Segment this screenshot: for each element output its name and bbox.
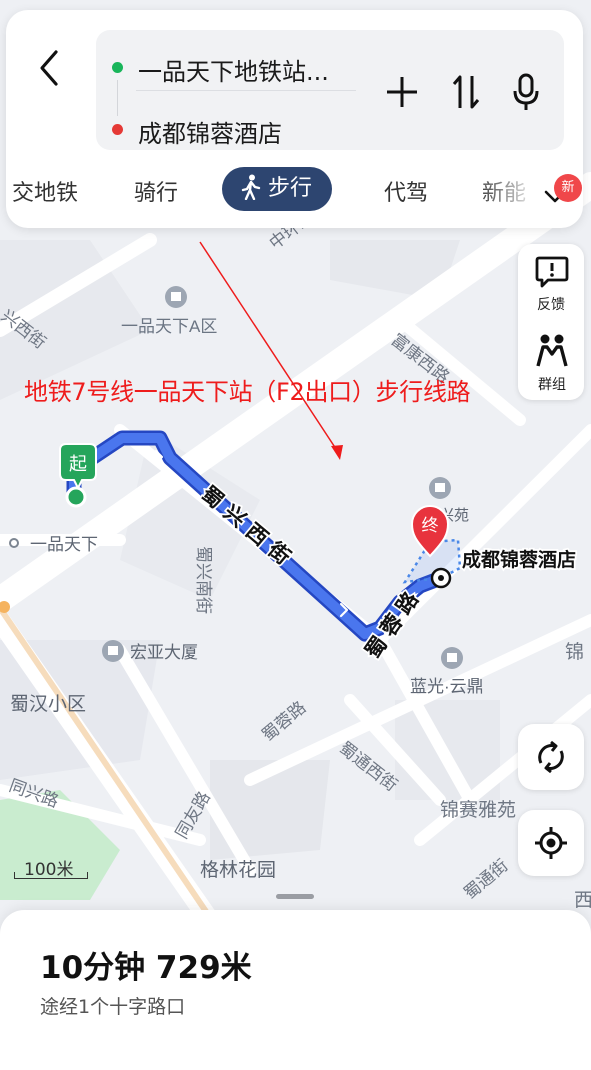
scale-bar xyxy=(14,872,88,879)
map-side-panel: 反馈 群组 xyxy=(518,244,584,400)
refresh-icon xyxy=(538,740,564,774)
route-summary-sheet[interactable]: 10分钟 729米 途经1个十字路口 xyxy=(0,910,591,1070)
tab-chauffeur[interactable]: 代驾 xyxy=(384,175,428,207)
route-annotation: 地铁7号线一品天下站（F2出口）步行线路 xyxy=(24,378,471,406)
route-inputs: 一品天下地铁站... 成都锦蓉酒店 xyxy=(96,30,564,150)
map-label-gelin: 格林花园 xyxy=(200,859,276,881)
map-label-xi: 西 xyxy=(574,890,591,911)
origin-dot xyxy=(112,62,123,73)
group-icon xyxy=(536,334,568,367)
swap-route-button[interactable] xyxy=(446,72,486,112)
sheet-drag-handle[interactable] xyxy=(276,894,314,899)
map-label-jin: 锦 xyxy=(565,641,584,663)
end-marker-label: 终 xyxy=(422,516,439,535)
walking-person-icon xyxy=(241,174,261,201)
back-chevron-icon xyxy=(40,50,58,86)
tab-walking[interactable]: 步行 xyxy=(222,167,333,211)
map-label-jinsai: 锦赛雅苑 xyxy=(440,799,516,821)
map-label-shuxingnan: 蜀兴南街 xyxy=(194,546,213,614)
microphone-icon xyxy=(513,73,539,110)
add-waypoint-button[interactable] xyxy=(382,72,422,112)
route-detail: 途经1个十字路口 xyxy=(40,996,186,1018)
tab-transit[interactable]: 交地铁 xyxy=(12,175,78,207)
poi-lanyun-icon xyxy=(441,647,463,669)
map-label-hongya: 宏亚大厦 xyxy=(130,643,198,662)
feedback-label: 反馈 xyxy=(537,297,565,313)
destination-dot xyxy=(112,124,123,135)
route-header: 一品天下地铁站... 成都锦蓉酒店 交地铁 骑行 步行 代驾 新能 新 xyxy=(6,10,583,228)
poi-hongya-icon xyxy=(102,640,124,662)
origin-field[interactable]: 一品天下地铁站... xyxy=(138,52,329,87)
locate-me-button[interactable] xyxy=(518,810,584,876)
map-label-yipin: 一品天下 xyxy=(30,535,98,554)
destination-field[interactable]: 成都锦蓉酒店 xyxy=(138,114,282,149)
back-button[interactable] xyxy=(30,46,70,90)
route-time-distance: 10分钟 729米 xyxy=(40,950,252,986)
plus-icon xyxy=(387,77,417,107)
locate-icon xyxy=(535,827,567,859)
refresh-route-button[interactable] xyxy=(518,724,584,790)
map-label-yipin-a: 一品天下A区 xyxy=(121,317,217,336)
poi-yipin-a-icon xyxy=(165,286,187,308)
poi-shuxingyuan-icon xyxy=(429,477,451,499)
start-marker-label: 起 xyxy=(69,454,87,474)
swap-arrows-icon xyxy=(452,75,480,109)
voice-input-button[interactable] xyxy=(506,72,546,112)
map-label-hotel: 成都锦蓉酒店 xyxy=(462,548,576,571)
map-label-lanyun: 蓝光·云鼎 xyxy=(410,677,484,696)
tab-walking-label: 步行 xyxy=(268,176,313,201)
group-label: 群组 xyxy=(538,377,566,393)
new-badge: 新 xyxy=(554,174,582,202)
map-label-shuhan: 蜀汉小区 xyxy=(10,693,86,715)
tab-cycling[interactable]: 骑行 xyxy=(134,175,178,207)
feedback-icon xyxy=(535,256,569,288)
